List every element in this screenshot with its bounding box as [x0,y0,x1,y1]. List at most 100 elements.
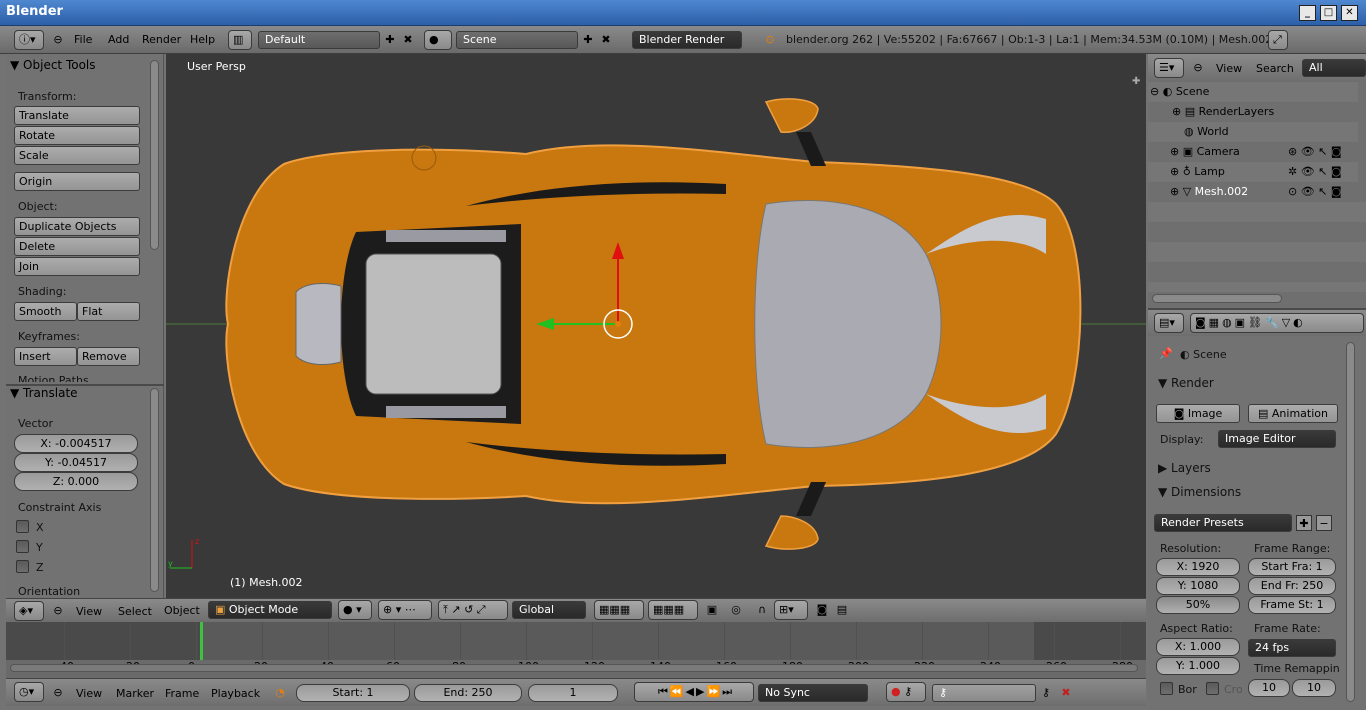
screen-layout-icon[interactable]: ▥ [228,30,252,50]
render-panel-header[interactable]: ▼ Render [1158,376,1214,390]
remap-old-field[interactable]: 10 [1248,679,1290,697]
current-frame-field[interactable]: 1 [528,684,618,702]
end-frame-field[interactable]: End: 250 [414,684,522,702]
timeline-area[interactable]: -40-200204060801001201401601802002202402… [6,622,1146,678]
render-animation-button[interactable]: ▤ Animation [1248,404,1338,423]
resolution-x-field[interactable]: X: 1920 [1156,558,1240,576]
aspect-x-field[interactable]: X: 1.000 [1156,638,1240,656]
vector-z-field[interactable]: Z: 0.000 [14,472,138,491]
pivot-point-icon[interactable]: ⊕ ▾ ⋯ [378,600,432,620]
dimensions-panel-header[interactable]: ▼ Dimensions [1158,485,1241,499]
3d-viewport[interactable]: User Persp (1) Mesh.002 ✚ z y [166,54,1146,598]
object-tools-panel-header[interactable]: ▼ Object Tools [10,58,96,72]
record-keyframe-icon[interactable]: ● ⚷ [886,682,926,702]
render-animation-icon[interactable]: ▤ [834,602,850,618]
pin-icon[interactable]: 📌 [1158,346,1174,362]
lock-layers-icon[interactable]: ▣ [704,602,720,618]
translate-operator-header[interactable]: ▼ Translate [10,386,78,400]
outliner-item-world[interactable]: ◍ World [1148,122,1358,142]
preview-range-icon[interactable]: ◔ [272,685,288,701]
outliner-item-mesh[interactable]: ⊕ ▽ Mesh.002 ⊙ 👁 ↖ ◙ [1148,182,1358,202]
collapse-outliner-menu-icon[interactable]: ⊖ [1190,60,1206,76]
sync-mode-select[interactable]: No Sync [758,684,868,702]
smooth-button[interactable]: Smooth [14,302,77,321]
add-layout-icon[interactable]: ✚ [382,32,398,48]
end-frame-prop-field[interactable]: End Fr: 250 [1248,577,1336,595]
add-scene-icon[interactable]: ✚ [580,32,596,48]
properties-context-tabs[interactable]: ◙▦◍▣⛓🔧▽◐ [1190,313,1364,333]
outliner-item-camera[interactable]: ⊕ ▣ Camera ⊛ 👁 ↖ ◙ [1148,142,1358,162]
proportional-edit-icon[interactable]: ◎ [728,602,744,618]
outliner-menu-view[interactable]: View [1216,62,1242,75]
render-engine-select[interactable]: Blender Render [632,31,742,49]
timeline-menu-marker[interactable]: Marker [116,687,154,700]
scene-field[interactable]: Scene [456,31,578,49]
editor-type-3dview-button[interactable]: ◈▾ [14,601,44,621]
start-frame-field[interactable]: Start: 1 [296,684,410,702]
render-opengl-icon[interactable]: ◙ [814,602,830,618]
editor-type-outliner-button[interactable]: ☰▾ [1154,58,1184,78]
outliner-item-scene[interactable]: ⊖ ◐ Scene [1148,82,1358,102]
remove-layout-icon[interactable]: ✖ [400,32,416,48]
layers-grid-a[interactable]: ▦▦▦ [594,600,644,620]
delete-keyframe-icon[interactable]: ✖ [1058,685,1074,701]
editor-type-info-button[interactable]: ⓘ▾ [14,30,44,50]
maximize-button[interactable]: □ [1320,5,1337,21]
camera-visibility-icons[interactable]: ⊛ 👁 ↖ ◙ [1288,142,1342,162]
join-button[interactable]: Join [14,257,140,276]
remove-scene-icon[interactable]: ✖ [598,32,614,48]
editor-type-properties-button[interactable]: ▤▾ [1154,313,1184,333]
flat-button[interactable]: Flat [77,302,140,321]
mesh-visibility-icons[interactable]: ⊙ 👁 ↖ ◙ [1288,182,1342,202]
constraint-x-checkbox[interactable] [16,520,29,533]
layers-panel-header[interactable]: ▶ Layers [1158,461,1211,475]
frame-rate-select[interactable]: 24 fps [1248,639,1336,657]
playback-controls[interactable]: ⏮⏪◀▶⏩⏭ [634,682,754,702]
editor-type-timeline-button[interactable]: ◷▾ [14,682,44,702]
outliner-menu-search[interactable]: Search [1256,62,1294,75]
aspect-y-field[interactable]: Y: 1.000 [1156,657,1240,675]
menu-help[interactable]: Help [190,33,215,46]
delete-button[interactable]: Delete [14,237,140,256]
start-frame-prop-field[interactable]: Start Fra: 1 [1248,558,1336,576]
viewport-menu-object[interactable]: Object [164,604,200,617]
manipulator-icons[interactable]: ⤒ ↗ ↺ ⤢ [438,600,508,620]
lamp-visibility-icons[interactable]: ✲ 👁 ↖ ◙ [1288,162,1342,182]
remove-preset-icon[interactable]: − [1316,515,1332,531]
render-image-button[interactable]: ◙ Image [1156,404,1240,423]
resolution-y-field[interactable]: Y: 1080 [1156,577,1240,595]
snap-magnet-icon[interactable]: ∩ [754,602,770,618]
operator-scrollbar[interactable] [150,388,159,592]
minimize-button[interactable]: _ [1299,5,1316,21]
resolution-percentage-field[interactable]: 50% [1156,596,1240,614]
outliner-display-select[interactable]: All Scenes [1302,59,1366,77]
close-button[interactable]: ✕ [1341,5,1358,21]
remap-new-field[interactable]: 10 [1292,679,1336,697]
remove-keyframe-button[interactable]: Remove [77,347,140,366]
outliner-item-renderlayers[interactable]: ⊕ ▤ RenderLayers [1148,102,1358,122]
timeline-menu-frame[interactable]: Frame [165,687,199,700]
constraint-y-checkbox[interactable] [16,540,29,553]
collapse-menu-icon[interactable]: ⊖ [50,32,66,48]
origin-button[interactable]: Origin [14,172,140,191]
viewport-menu-view[interactable]: View [76,605,102,618]
collapse-timeline-menu-icon[interactable]: ⊖ [50,685,66,701]
add-preset-icon[interactable]: ✚ [1296,515,1312,531]
timeline-scrollbar[interactable] [10,664,1138,672]
properties-scrollbar[interactable] [1346,342,1355,702]
duplicate-objects-button[interactable]: Duplicate Objects [14,217,140,236]
scale-button[interactable]: Scale [14,146,140,165]
current-frame-marker[interactable] [200,622,203,662]
snap-element-icon[interactable]: ⊞▾ [774,600,808,620]
viewport-shading-icon[interactable]: ● ▾ [338,600,372,620]
render-presets-select[interactable]: Render Presets [1154,514,1292,532]
fullscreen-toggle-icon[interactable]: ⤢ [1268,30,1288,50]
timeline-menu-view[interactable]: View [76,687,102,700]
layers-grid-b[interactable]: ▦▦▦ [648,600,698,620]
insert-keyframe-button[interactable]: Insert [14,347,77,366]
menu-render[interactable]: Render [142,33,181,46]
tool-shelf-scrollbar[interactable] [150,60,159,250]
vector-y-field[interactable]: Y: -0.04517 [14,453,138,472]
timeline-menu-playback[interactable]: Playback [211,687,260,700]
rotate-button[interactable]: Rotate [14,126,140,145]
